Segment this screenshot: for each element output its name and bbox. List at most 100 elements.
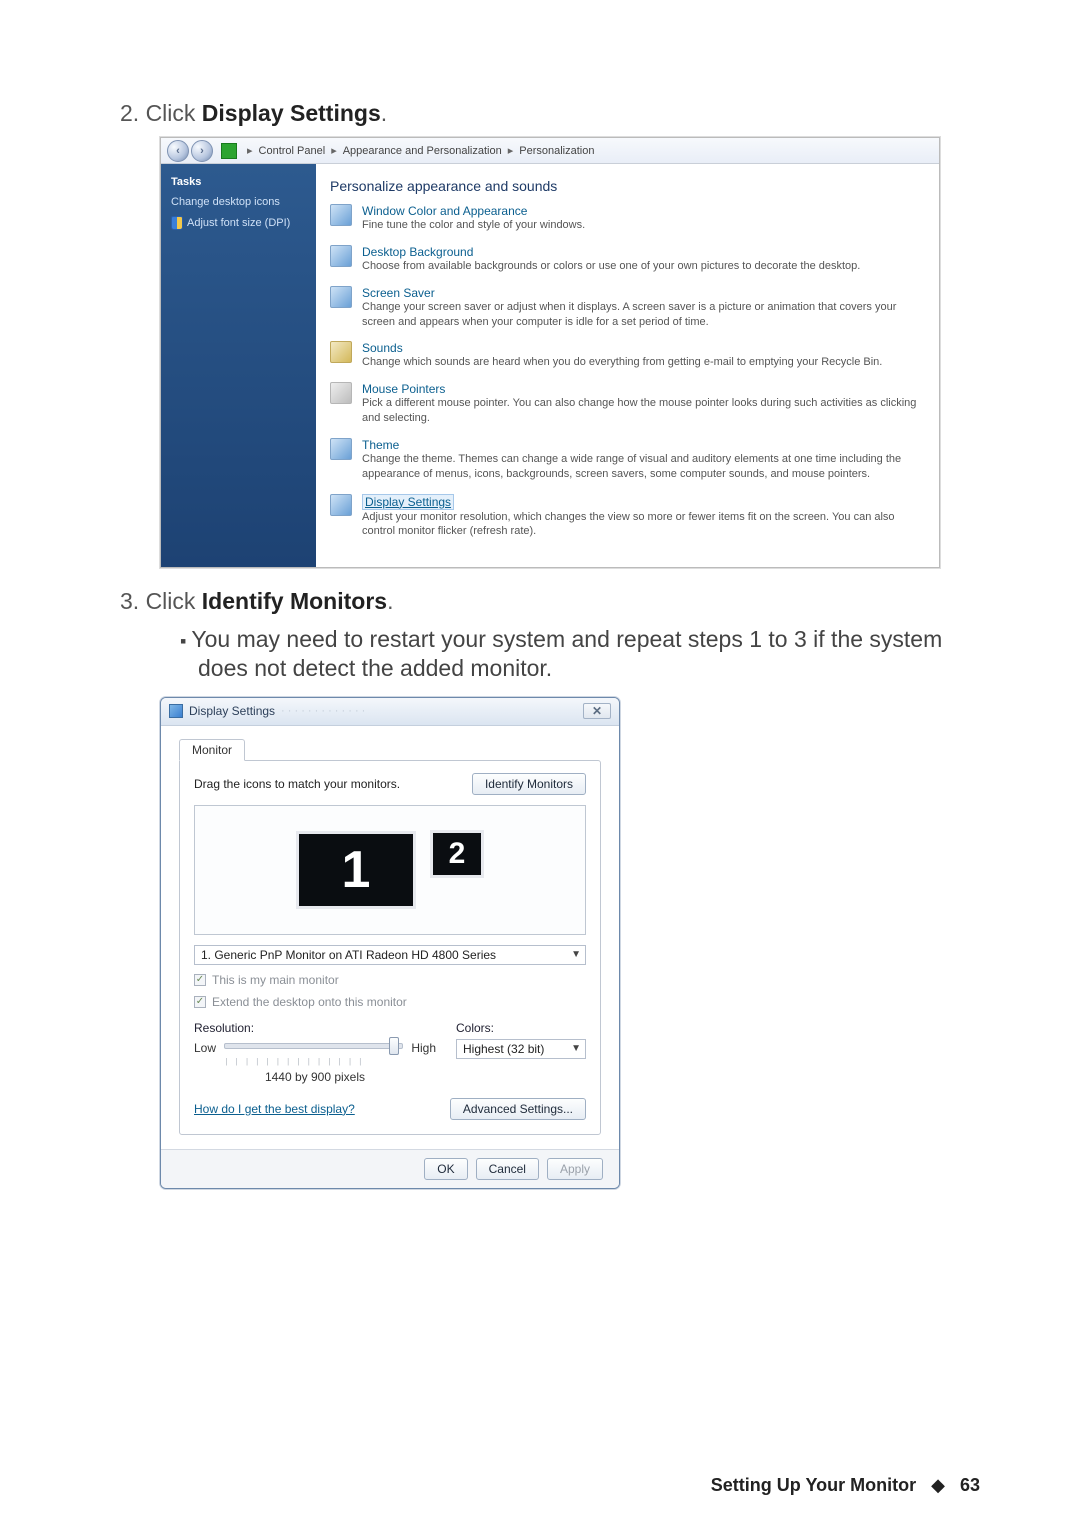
cp-icon — [221, 143, 237, 159]
cp-item-desc: Adjust your monitor resolution, which ch… — [362, 510, 923, 540]
step-2-prefix: 2. Click — [120, 100, 202, 126]
apply-button: Apply — [547, 1158, 603, 1180]
monitor-layout-area[interactable]: 1 2 — [194, 805, 586, 935]
step-2-bold: Display Settings — [202, 100, 381, 126]
main-monitor-checkbox: ✓ — [194, 974, 206, 986]
breadcrumb-arrow-icon: ▸ — [247, 144, 253, 157]
ds-title-faint: · · · · · · · · · · · · · — [281, 705, 365, 717]
step-2: 2. Click Display Settings. — [120, 100, 990, 127]
colors-select[interactable]: Highest (32 bit) ▼ — [456, 1039, 586, 1059]
ok-button[interactable]: OK — [424, 1158, 467, 1180]
cp-heading: Personalize appearance and sounds — [330, 178, 923, 194]
ds-window-icon — [169, 704, 183, 718]
sounds-icon — [330, 341, 352, 363]
footer-section: Setting Up Your Monitor — [711, 1475, 916, 1495]
step-3-suffix: . — [387, 588, 393, 614]
cp-item-desc: Change the theme. Themes can change a wi… — [362, 452, 923, 482]
task-link-label: Adjust font size (DPI) — [187, 217, 290, 229]
step-3-bold: Identify Monitors — [202, 588, 387, 614]
monitor-select-value: 1. Generic PnP Monitor on ATI Radeon HD … — [201, 948, 496, 962]
dropdown-arrow-icon: ▼ — [571, 949, 581, 960]
breadcrumb-appearance[interactable]: Appearance and Personalization — [343, 145, 502, 157]
colors-label: Colors: — [456, 1021, 586, 1035]
close-button[interactable]: ✕ — [583, 703, 611, 719]
slider-low-label: Low — [194, 1041, 216, 1055]
step-2-suffix: . — [381, 100, 387, 126]
resolution-value: 1440 by 900 pixels — [194, 1070, 436, 1084]
monitor-2-icon[interactable]: 2 — [430, 830, 484, 878]
dropdown-arrow-icon: ▼ — [571, 1043, 581, 1054]
cancel-button[interactable]: Cancel — [476, 1158, 539, 1180]
nav-back-icon[interactable]: ‹ — [167, 140, 189, 162]
main-monitor-label: This is my main monitor — [212, 973, 339, 987]
resolution-slider[interactable]: Low High — [194, 1039, 436, 1057]
cp-item-title[interactable]: Screen Saver — [362, 286, 435, 300]
nav-forward-icon[interactable]: › — [191, 140, 213, 162]
cp-item-sounds[interactable]: Sounds Change which sounds are heard whe… — [330, 341, 923, 370]
slider-ticks: | | | | | | | | | | | | | | — [194, 1057, 436, 1066]
main-monitor-checkbox-row: ✓ This is my main monitor — [194, 973, 586, 987]
control-panel-window: ‹ › ▸ Control Panel ▸ Appearance and Per… — [160, 137, 940, 568]
footer-diamond-icon: ◆ — [931, 1475, 945, 1495]
cp-item-title[interactable]: Mouse Pointers — [362, 382, 445, 396]
breadcrumb-control-panel[interactable]: Control Panel — [259, 145, 326, 157]
help-link[interactable]: How do I get the best display? — [194, 1102, 355, 1116]
monitor-select[interactable]: 1. Generic PnP Monitor on ATI Radeon HD … — [194, 945, 586, 965]
task-link-label: Change desktop icons — [171, 196, 280, 208]
cp-item-title[interactable]: Theme — [362, 438, 399, 452]
task-change-desktop-icons[interactable]: Change desktop icons — [171, 196, 306, 208]
cp-sidebar: Tasks Change desktop icons Adjust font s… — [161, 164, 316, 567]
cp-item-mouse-pointers[interactable]: Mouse Pointers Pick a different mouse po… — [330, 382, 923, 426]
cp-item-title[interactable]: Desktop Background — [362, 245, 473, 259]
ds-footer: OK Cancel Apply — [161, 1149, 619, 1188]
drag-instruction: Drag the icons to match your monitors. — [194, 777, 400, 791]
footer-page-number: 63 — [960, 1475, 980, 1495]
shield-icon — [171, 216, 183, 230]
tab-monitor[interactable]: Monitor — [179, 739, 245, 761]
colors-value: Highest (32 bit) — [463, 1042, 544, 1056]
cp-item-title[interactable]: Sounds — [362, 341, 403, 355]
slider-track[interactable] — [224, 1039, 403, 1057]
cp-item-desc: Change which sounds are heard when you d… — [362, 355, 882, 370]
slider-high-label: High — [411, 1041, 436, 1055]
display-settings-window: Display Settings · · · · · · · · · · · ·… — [160, 697, 620, 1189]
advanced-settings-button[interactable]: Advanced Settings... — [450, 1098, 586, 1120]
ds-titlebar: Display Settings · · · · · · · · · · · ·… — [161, 698, 619, 726]
cp-main: Personalize appearance and sounds Window… — [316, 164, 939, 567]
extend-desktop-checkbox-row: ✓ Extend the desktop onto this monitor — [194, 995, 586, 1009]
cp-item-display-settings[interactable]: Display Settings Adjust your monitor res… — [330, 494, 923, 540]
cp-item-theme[interactable]: Theme Change the theme. Themes can chang… — [330, 438, 923, 482]
task-adjust-font-size[interactable]: Adjust font size (DPI) — [171, 216, 306, 230]
breadcrumb-arrow-icon: ▸ — [331, 144, 337, 157]
screen-saver-icon — [330, 286, 352, 308]
cp-address-bar: ‹ › ▸ Control Panel ▸ Appearance and Per… — [161, 138, 939, 164]
cp-item-desc: Change your screen saver or adjust when … — [362, 300, 923, 330]
identify-monitors-button[interactable]: Identify Monitors — [472, 773, 586, 795]
cp-item-title[interactable]: Display Settings — [365, 495, 451, 509]
display-settings-icon — [330, 494, 352, 516]
step-3: 3. Click Identify Monitors. — [120, 588, 990, 615]
breadcrumb-personalization[interactable]: Personalization — [519, 145, 594, 157]
extend-desktop-checkbox: ✓ — [194, 996, 206, 1008]
cp-item-title[interactable]: Window Color and Appearance — [362, 204, 527, 218]
window-color-icon — [330, 204, 352, 226]
cp-item-screen-saver[interactable]: Screen Saver Change your screen saver or… — [330, 286, 923, 330]
step-3-prefix: 3. Click — [120, 588, 202, 614]
mouse-pointers-icon — [330, 382, 352, 404]
theme-icon — [330, 438, 352, 460]
monitor-1-icon[interactable]: 1 — [296, 831, 416, 909]
cp-item-desktop-background[interactable]: Desktop Background Choose from available… — [330, 245, 923, 274]
page-footer: Setting Up Your Monitor ◆ 63 — [711, 1475, 980, 1496]
step-3-bullet: You may need to restart your system and … — [180, 625, 990, 683]
extend-desktop-label: Extend the desktop onto this monitor — [212, 995, 407, 1009]
ds-title-text: Display Settings — [189, 704, 275, 718]
cp-item-window-color[interactable]: Window Color and Appearance Fine tune th… — [330, 204, 923, 233]
ds-tab-pane: Drag the icons to match your monitors. I… — [179, 760, 601, 1135]
breadcrumb-arrow-icon: ▸ — [508, 144, 514, 157]
slider-thumb[interactable] — [389, 1037, 399, 1055]
tasks-heading: Tasks — [171, 176, 306, 188]
cp-item-desc: Fine tune the color and style of your wi… — [362, 218, 585, 233]
cp-item-desc: Choose from available backgrounds or col… — [362, 259, 860, 274]
cp-item-desc: Pick a different mouse pointer. You can … — [362, 396, 923, 426]
resolution-label: Resolution: — [194, 1021, 436, 1035]
